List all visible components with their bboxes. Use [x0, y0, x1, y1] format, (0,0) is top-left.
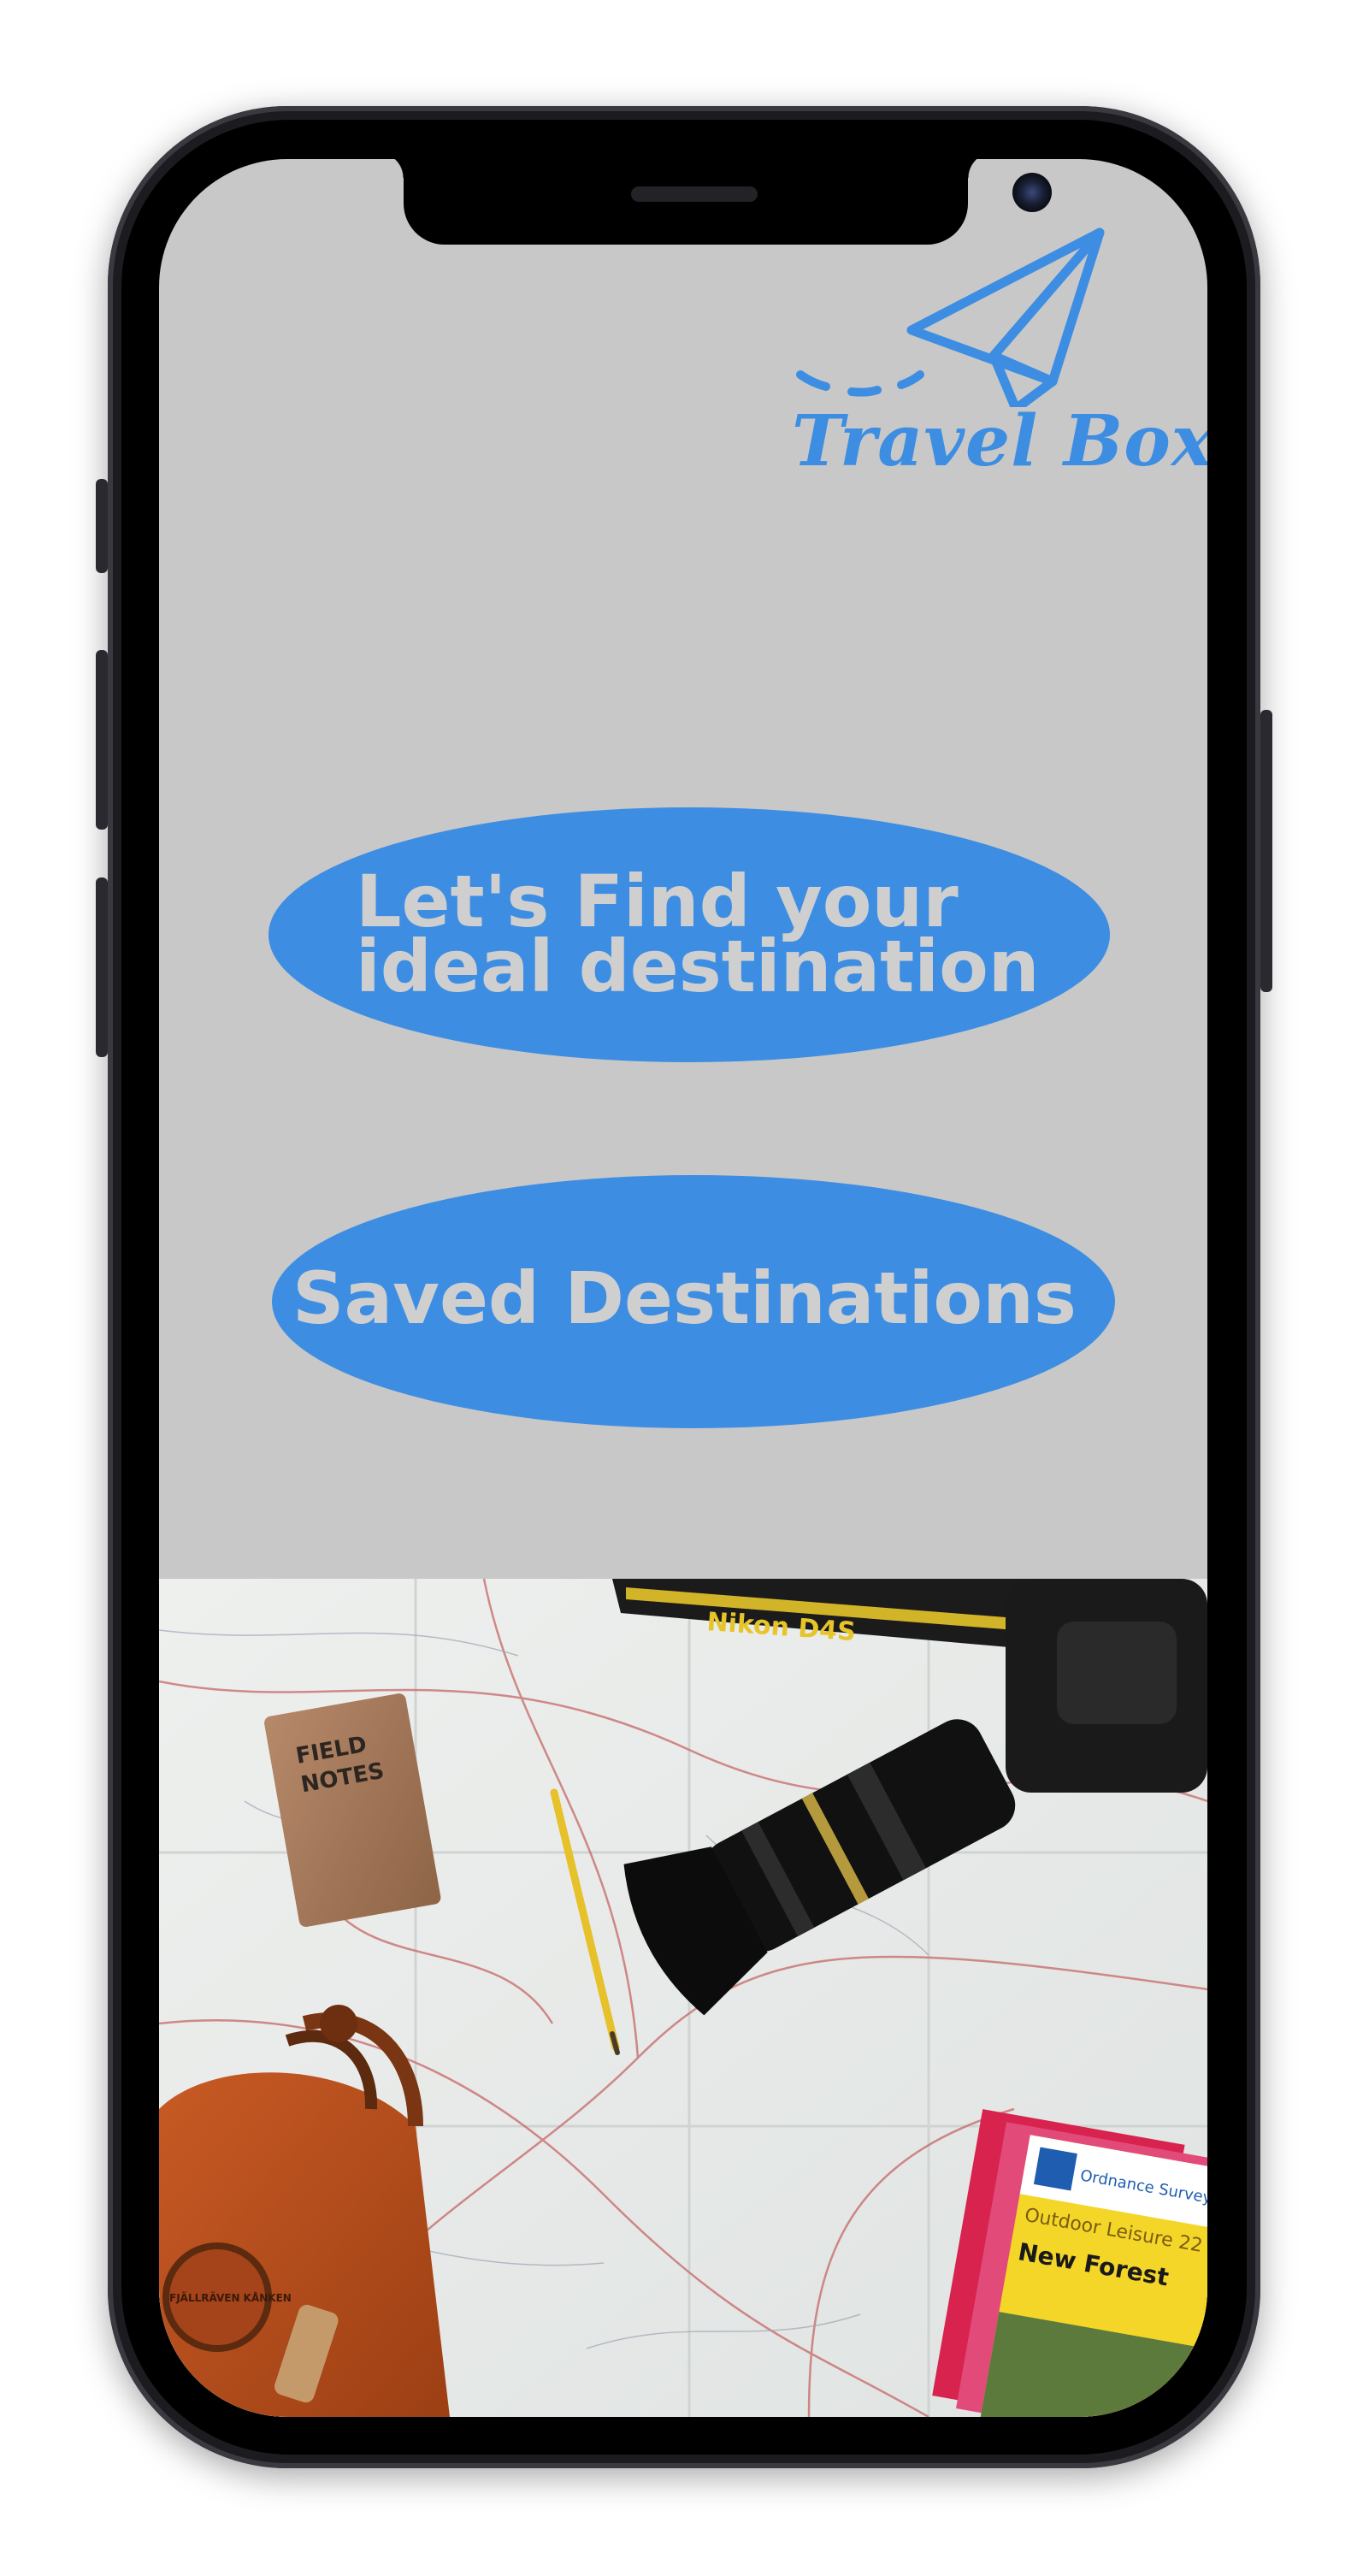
saved-destinations-button[interactable]: Saved Destinations [272, 1175, 1115, 1428]
front-camera [1012, 173, 1052, 212]
power-button [1260, 710, 1272, 992]
find-destination-label-line2: ideal destination [356, 925, 1040, 1008]
silent-switch [96, 479, 108, 573]
logo-wordmark: Travel Box [792, 400, 1207, 482]
travel-box-logo: Travel Box [792, 219, 1207, 493]
travel-flatlay-photo: Nikon D4S FIELD NOTES FJÄLLRÄVEN KÅNKEN … [159, 1579, 1207, 2417]
paper-plane-icon [796, 227, 1105, 407]
backpack-brand-text: FJÄLLRÄVEN KÅNKEN [169, 2291, 292, 2304]
find-destination-button[interactable]: Let's Find your ideal destination [268, 807, 1110, 1062]
device-mockup: Travel Box Let's Find your ideal destina… [0, 0, 1363, 2576]
volume-down-button [96, 877, 108, 1057]
app-screen: Travel Box Let's Find your ideal destina… [159, 159, 1207, 2417]
volume-up-button [96, 650, 108, 830]
earpiece-speaker [631, 186, 758, 202]
saved-destinations-label: Saved Destinations [292, 1256, 1077, 1340]
flatlay-illustration: Nikon D4S FIELD NOTES FJÄLLRÄVEN KÅNKEN … [159, 1579, 1207, 2417]
